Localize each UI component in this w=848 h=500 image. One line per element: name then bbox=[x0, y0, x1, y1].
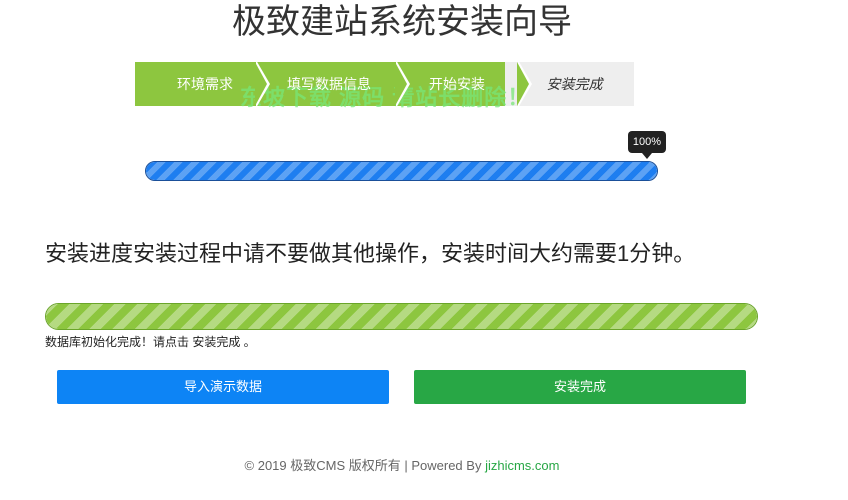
step-label: 环境需求 bbox=[177, 76, 233, 92]
progress-fill bbox=[46, 304, 757, 329]
footer: © 2019 极致CMS 版权所有 | Powered By jizhicms.… bbox=[0, 455, 804, 474]
step-arrow-icon bbox=[255, 62, 267, 106]
step-arrow-icon bbox=[517, 62, 529, 106]
footer-link[interactable]: jizhicms.com bbox=[485, 458, 559, 473]
step-arrow-icon bbox=[395, 62, 407, 106]
install-message: 安装进度安装过程中请不要做其他操作，安装时间大约需要1分钟。 bbox=[45, 241, 696, 266]
finish-install-button[interactable]: 安装完成 bbox=[414, 370, 746, 404]
import-demo-data-button[interactable]: 导入演示数据 bbox=[57, 370, 389, 404]
step-environment: 环境需求 bbox=[135, 60, 270, 108]
step-label: 填写数据信息 bbox=[287, 76, 371, 92]
footer-copyright: © 2019 极致CMS 版权所有 | Powered By bbox=[244, 458, 486, 473]
step-indicator: 环境需求 填写数据信息 开始安装 安装完成 bbox=[135, 60, 634, 108]
step-label: 安装完成 bbox=[546, 76, 603, 92]
progress-bar-overall bbox=[145, 161, 658, 181]
progress-tooltip: 100% bbox=[628, 131, 666, 159]
progress-bar-install bbox=[45, 303, 758, 330]
step-label: 开始安装 bbox=[429, 76, 485, 92]
page-title: 极致建站系统安装向导 bbox=[232, 3, 572, 41]
install-wizard-page: 极致建站系统安装向导 环境需求 填写数据信息 开始安装 安装完成 东坡下载 源码… bbox=[0, 0, 848, 500]
progress-fill bbox=[146, 162, 657, 180]
status-message: 数据库初始化完成！请点击 安装完成 。 bbox=[45, 335, 256, 349]
